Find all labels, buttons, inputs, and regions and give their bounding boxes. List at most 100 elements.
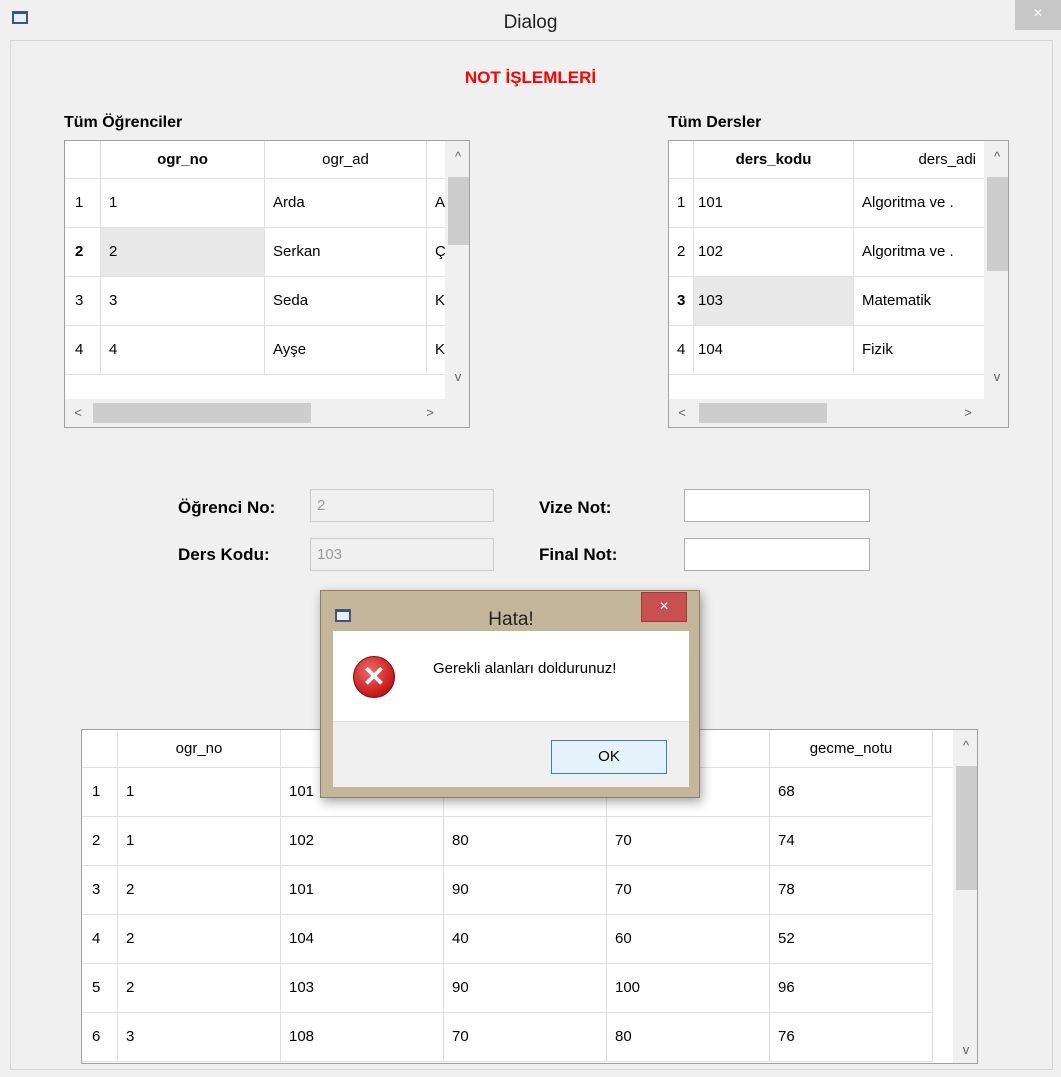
table-cell[interactable]: 96 [770,964,933,1013]
table-cell[interactable]: 52 [770,915,933,964]
column-header-ders-kodu[interactable]: ders_kodu [694,141,854,179]
table-cell[interactable]: 2 [118,915,281,964]
table-cell[interactable]: 2 [101,228,265,277]
table-cell[interactable]: 74 [770,817,933,866]
column-header-gecme-notu[interactable]: gecme_notu [770,730,933,768]
scroll-thumb[interactable] [448,177,469,245]
table-cell[interactable]: 100 [607,964,770,1013]
scroll-down-arrow[interactable]: v [445,369,469,384]
row-number[interactable]: 1 [82,768,118,817]
page-heading: NOT İŞLEMLERİ [464,68,597,87]
table-cell[interactable]: 1 [118,768,281,817]
grades-vertical-scrollbar[interactable]: ^ v [953,730,977,1063]
column-header-ogr-no[interactable]: ogr_no [101,141,265,179]
table-cell[interactable]: 78 [770,866,933,915]
scroll-thumb[interactable] [699,403,827,423]
table-cell[interactable]: Ç [427,228,447,277]
table-cell[interactable]: 3 [101,277,265,326]
scroll-thumb[interactable] [987,177,1008,271]
table-cell[interactable]: Algoritma ve . [854,179,984,228]
table-cell[interactable]: 104 [281,915,444,964]
row-number[interactable]: 5 [82,964,118,1013]
students-table-header: ogr_no ogr_ad [65,141,445,179]
table-cell[interactable]: 102 [281,817,444,866]
table-cell[interactable]: 102 [694,228,854,277]
table-cell[interactable]: 70 [444,1013,607,1062]
table-cell[interactable]: Algoritma ve . [854,228,984,277]
row-number[interactable]: 2 [65,228,101,277]
table-cell[interactable]: 70 [607,817,770,866]
students-horizontal-scrollbar[interactable]: < > [65,399,469,427]
scroll-thumb[interactable] [93,403,311,423]
window-close-button[interactable]: × [1015,0,1061,30]
table-cell[interactable]: Ayşe [265,326,427,375]
column-header-ogr-no[interactable]: ogr_no [118,730,281,768]
table-cell[interactable]: 40 [444,915,607,964]
column-header-ders-adi[interactable]: ders_adi [854,141,984,179]
row-number[interactable]: 1 [669,179,694,228]
row-number[interactable]: 1 [65,179,101,228]
student-no-label: Öğrenci No: [178,498,276,517]
table-cell[interactable]: 76 [770,1013,933,1062]
table-cell[interactable]: 101 [281,866,444,915]
scroll-down-arrow[interactable]: v [953,1042,977,1057]
scroll-right-arrow[interactable]: > [955,405,981,420]
table-cell[interactable]: K [427,277,447,326]
scroll-down-arrow[interactable]: v [984,369,1008,384]
table-cell[interactable]: 104 [694,326,854,375]
table-cell[interactable]: 4 [101,326,265,375]
table-cell[interactable]: Seda [265,277,427,326]
table-cell[interactable]: 90 [444,866,607,915]
table-cell[interactable]: 103 [281,964,444,1013]
table-cell[interactable]: 108 [281,1013,444,1062]
scroll-left-arrow[interactable]: < [65,405,91,420]
ok-button[interactable]: OK [551,740,667,774]
table-cell[interactable]: Matematik [854,277,984,326]
column-header-ogr-ad[interactable]: ogr_ad [265,141,427,179]
row-number[interactable]: 2 [82,817,118,866]
students-vertical-scrollbar[interactable]: ^ v [445,141,469,399]
table-cell[interactable]: 101 [694,179,854,228]
final-input[interactable] [684,538,870,571]
window-titlebar: Dialog × [0,0,1061,40]
student-no-field: 2 [310,489,494,522]
table-cell[interactable]: Serkan [265,228,427,277]
scroll-right-arrow[interactable]: > [417,405,443,420]
courses-table[interactable]: ders_kodu ders_adi 1 101 Algoritma ve . … [668,140,1009,428]
row-number[interactable]: 3 [669,277,694,326]
row-number[interactable]: 3 [82,866,118,915]
row-number[interactable]: 4 [669,326,694,375]
row-number[interactable]: 2 [669,228,694,277]
table-cell[interactable]: 70 [607,866,770,915]
scroll-up-arrow[interactable]: ^ [953,738,977,753]
table-cell[interactable]: 80 [607,1013,770,1062]
table-cell[interactable]: 2 [118,964,281,1013]
table-cell[interactable]: 90 [444,964,607,1013]
courses-horizontal-scrollbar[interactable]: < > [669,399,1008,427]
midterm-input[interactable] [684,489,870,522]
table-cell[interactable]: 1 [101,179,265,228]
scroll-up-arrow[interactable]: ^ [445,149,469,164]
table-cell[interactable]: 103 [694,277,854,326]
table-cell[interactable]: 68 [770,768,933,817]
students-table[interactable]: ogr_no ogr_ad 1 1 Arda A 2 2 Serkan Ç 3 … [64,140,470,428]
row-number[interactable]: 4 [82,915,118,964]
row-header-corner [82,730,118,768]
courses-vertical-scrollbar[interactable]: ^ v [984,141,1008,399]
row-number[interactable]: 4 [65,326,101,375]
table-cell[interactable]: Arda [265,179,427,228]
table-cell[interactable]: 80 [444,817,607,866]
scroll-left-arrow[interactable]: < [669,405,695,420]
message-box-close-button[interactable]: × [641,592,687,622]
scroll-up-arrow[interactable]: ^ [984,149,1008,164]
row-number[interactable]: 6 [82,1013,118,1062]
table-cell[interactable]: 2 [118,866,281,915]
table-cell[interactable]: K [427,326,447,375]
table-cell[interactable]: 1 [118,817,281,866]
table-cell[interactable]: 3 [118,1013,281,1062]
table-cell[interactable]: 60 [607,915,770,964]
table-cell[interactable]: A [427,179,447,228]
scroll-thumb[interactable] [956,766,977,890]
row-number[interactable]: 3 [65,277,101,326]
table-cell[interactable]: Fizik [854,326,984,375]
